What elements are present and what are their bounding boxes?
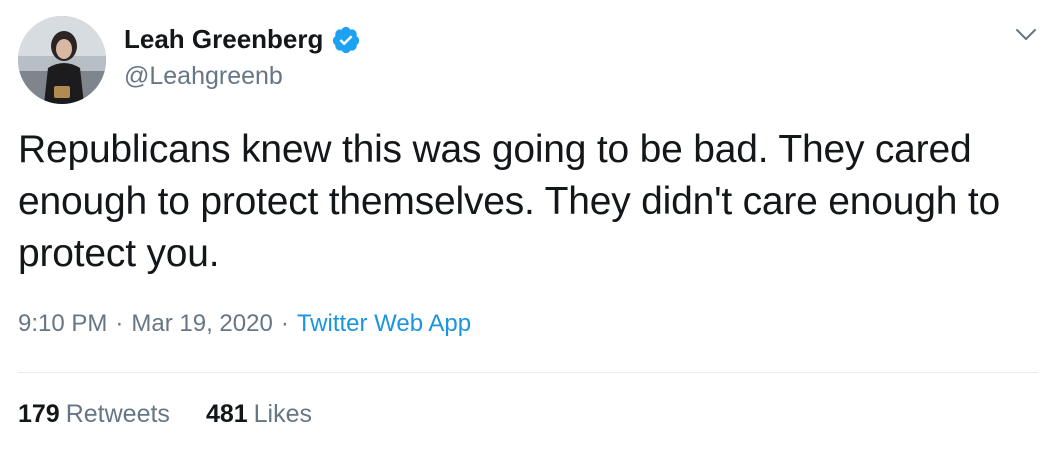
author-name-row: Leah Greenberg [124, 24, 361, 55]
chevron-down-icon[interactable] [1014, 26, 1038, 44]
tweet-meta: 9:10 PM · Mar 19, 2020 · Twitter Web App [18, 310, 471, 338]
likes-count: 481 [205, 400, 248, 428]
author-handle[interactable]: @Leahgreenb [124, 62, 283, 91]
tweet-text: Republicans knew this was going to be ba… [18, 128, 1001, 275]
verified-badge-icon [333, 26, 360, 53]
avatar-photo [18, 16, 106, 104]
retweets-stat[interactable]: 179 Retweets [18, 400, 170, 429]
display-name[interactable]: Leah Greenberg [124, 24, 323, 55]
tweet-date[interactable]: Mar 19, 2020 [131, 310, 272, 337]
likes-stat[interactable]: 481 Likes [206, 400, 312, 429]
likes-label: Likes [253, 400, 313, 428]
avatar[interactable] [18, 16, 106, 104]
divider [18, 372, 1038, 373]
retweets-label: Retweets [65, 400, 170, 428]
tweet-time[interactable]: 9:10 PM [18, 310, 107, 337]
tweet-stats: 179 Retweets 481 Likes [18, 400, 312, 429]
tweet-source-link[interactable]: Twitter Web App [297, 310, 471, 337]
meta-separator: · [280, 310, 289, 337]
meta-separator: · [115, 310, 124, 337]
retweets-count: 179 [18, 400, 60, 428]
tweet-card: Leah Greenberg @Leahgreenb Republicans k… [0, 0, 1064, 452]
